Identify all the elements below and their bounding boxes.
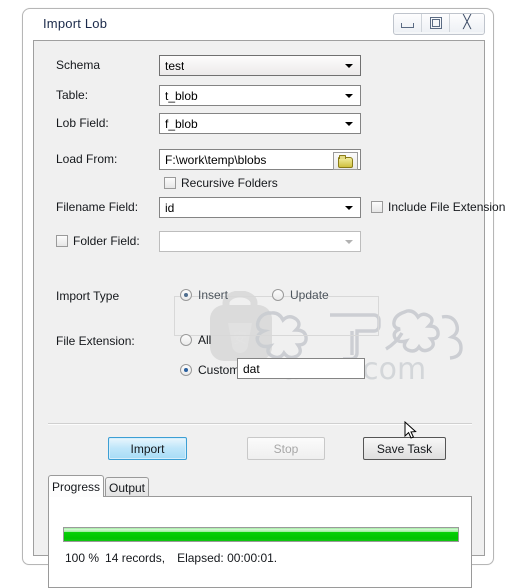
folder-icon [338, 154, 353, 168]
import-type-insert-label: Insert [198, 288, 229, 302]
schema-field: test [159, 55, 361, 76]
row-file-extension: File Extension: [34, 331, 484, 353]
row-table: Table: t_blob [34, 85, 484, 107]
import-type-radio-update[interactable]: Update [272, 288, 329, 302]
table-field: t_blob [159, 85, 361, 106]
tab-strip: Progress Output [48, 475, 472, 497]
lob-field-select[interactable]: f_blob [159, 113, 361, 134]
folder-field-field [159, 231, 361, 252]
lob-field-value: f_blob [165, 117, 198, 131]
include-file-extension-checkbox[interactable]: Include File Extension [371, 200, 505, 214]
load-from-field: F:\work\temp\blobs [159, 149, 361, 170]
title-bar: Import Lob ╳ [23, 9, 493, 39]
import-type-radio-insert[interactable]: Insert [180, 288, 228, 302]
minimize-button[interactable] [394, 14, 422, 32]
row-lob-field: Lob Field: f_blob [34, 113, 484, 135]
table-label: Table: [56, 88, 89, 102]
browse-folder-button[interactable] [333, 152, 358, 170]
row-schema: Schema test [34, 55, 484, 77]
lob-field-label: Lob Field: [56, 116, 109, 130]
form-panel: 安 anxz.com Schema test [33, 40, 505, 588]
radio-selected-icon [180, 289, 192, 301]
recursive-folders-label: Recursive Folders [181, 176, 278, 190]
file-extension-radio-all[interactable]: All [180, 333, 211, 347]
row-load-from: Load From: F:\work\temp\blobs [34, 149, 484, 171]
minimize-icon [401, 22, 414, 28]
close-button[interactable]: ╳ [450, 14, 484, 32]
maximize-button[interactable] [422, 14, 450, 32]
row-folder-field: Folder Field: [34, 231, 484, 253]
schema-select[interactable]: test [159, 55, 361, 76]
load-from-value: F:\work\temp\blobs [165, 153, 267, 167]
radio-unselected-icon [272, 289, 284, 301]
table-value: t_blob [165, 89, 198, 103]
schema-value: test [165, 59, 185, 73]
checkbox-box-icon [56, 235, 68, 247]
chevron-down-icon [345, 206, 353, 210]
load-from-input[interactable]: F:\work\temp\blobs [159, 149, 361, 170]
progress-bar-fill [64, 528, 458, 541]
file-extension-label: File Extension: [56, 334, 135, 348]
filename-field-label: Filename Field: [56, 200, 139, 214]
import-type-update-label: Update [290, 288, 329, 302]
folder-field-checkbox[interactable]: Folder Field: [56, 234, 140, 248]
radio-unselected-icon [180, 334, 192, 346]
progress-elapsed-text: Elapsed: 00:00:01. [177, 551, 278, 565]
tab-progress[interactable]: Progress [48, 475, 104, 497]
chevron-down-icon [345, 94, 353, 98]
table-select[interactable]: t_blob [159, 85, 361, 106]
chevron-down-icon [345, 122, 353, 126]
radio-selected-icon [180, 364, 192, 376]
folder-field-select[interactable] [159, 231, 361, 252]
lob-field-field: f_blob [159, 113, 361, 134]
progress-records-text: 14 records, [105, 551, 166, 565]
file-extension-all-label: All [198, 333, 212, 347]
filename-field-value: id [165, 201, 175, 215]
progress-percent-text: 100 % [65, 551, 100, 565]
file-extension-custom-value: dat [243, 362, 260, 376]
file-extension-radio-custom[interactable]: Custom [180, 363, 239, 377]
include-file-extension-label: Include File Extension [388, 200, 506, 214]
maximize-icon [429, 17, 442, 29]
folder-field-label: Folder Field: [73, 234, 140, 248]
chevron-down-icon [345, 240, 353, 244]
filename-field-select[interactable]: id [159, 197, 361, 218]
checkbox-box-icon [371, 201, 383, 213]
file-extension-custom-label: Custom [198, 363, 240, 377]
mouse-cursor [404, 420, 417, 440]
chevron-down-icon [345, 64, 353, 68]
recursive-folders-checkbox[interactable]: Recursive Folders [164, 176, 278, 190]
stop-button[interactable]: Stop [247, 437, 325, 460]
window-title: Import Lob [43, 16, 108, 31]
application-window: Import Lob ╳ 安 Schema test Table: t_blob… [22, 8, 505, 588]
row-import-type: Import Type [34, 286, 484, 308]
checkbox-box-icon [164, 177, 176, 189]
progress-tab-panel: 100 % 14 records, Elapsed: 00:00:01. [48, 496, 472, 588]
window-controls: ╳ [393, 13, 485, 35]
filename-field-field: id [159, 197, 361, 218]
close-icon: ╳ [463, 15, 471, 30]
schema-label: Schema [56, 58, 101, 72]
progress-bar [63, 527, 459, 542]
import-type-label: Import Type [56, 289, 120, 303]
file-extension-custom-input[interactable]: dat [237, 358, 365, 379]
tab-output[interactable]: Output [105, 477, 149, 497]
progress-status-text: 100 % 14 records, Elapsed: 00:00:01. [65, 551, 277, 565]
import-button[interactable]: Import [108, 437, 187, 460]
save-task-button[interactable]: Save Task [363, 437, 446, 460]
load-from-label: Load From: [56, 152, 118, 166]
